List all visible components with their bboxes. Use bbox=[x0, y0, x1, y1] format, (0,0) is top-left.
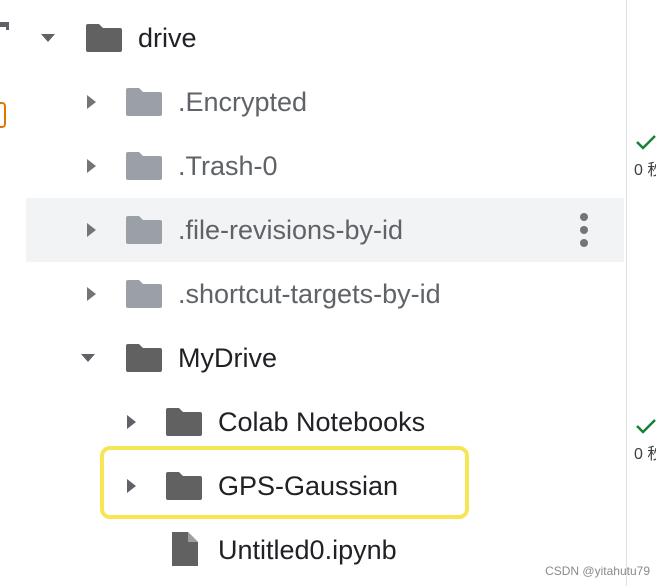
folder-icon bbox=[126, 280, 162, 308]
folder-icon bbox=[126, 152, 162, 180]
tree-item-encrypted[interactable]: .Encrypted bbox=[26, 70, 624, 134]
status-text: 0 秒 bbox=[634, 162, 656, 179]
tree-item-label: MyDrive bbox=[178, 343, 277, 373]
check-icon bbox=[636, 419, 656, 434]
panel-divider bbox=[626, 0, 627, 586]
file-icon bbox=[172, 532, 198, 566]
tree-item-label: .file-revisions-by-id bbox=[178, 215, 404, 245]
folder-icon bbox=[126, 344, 162, 372]
tree-item-label: Colab Notebooks bbox=[218, 407, 426, 437]
chevron-right-icon[interactable] bbox=[124, 414, 140, 430]
chevron-right-icon[interactable] bbox=[124, 478, 140, 494]
chevron-right-icon[interactable] bbox=[84, 286, 100, 302]
tree-item-gps-gaussian[interactable]: GPS-Gaussian bbox=[26, 454, 624, 518]
watermark: CSDN @yitahutu79 bbox=[545, 564, 650, 578]
tree-item-mydrive[interactable]: MyDrive bbox=[26, 326, 624, 390]
tree-item-shortcut-targets[interactable]: .shortcut-targets-by-id bbox=[26, 262, 624, 326]
tree-item-label: .Encrypted bbox=[178, 87, 308, 117]
tree-item-drive[interactable]: drive bbox=[26, 6, 624, 70]
tree-item-file-revisions[interactable]: .file-revisions-by-id bbox=[26, 198, 624, 262]
chevron-down-icon[interactable] bbox=[40, 30, 56, 46]
folder-icon bbox=[126, 216, 162, 244]
folder-icon bbox=[166, 408, 202, 436]
chevron-right-icon[interactable] bbox=[84, 94, 100, 110]
tree-item-label: drive bbox=[138, 23, 197, 53]
folder-icon bbox=[126, 88, 162, 116]
chevron-right-icon[interactable] bbox=[84, 222, 100, 238]
file-tree: drive .Encrypted .Trash-0 .file-revision… bbox=[0, 0, 626, 586]
more-vert-icon[interactable] bbox=[572, 210, 596, 250]
tree-item-label: .shortcut-targets-by-id bbox=[178, 279, 441, 309]
tree-item-label: GPS-Gaussian bbox=[218, 471, 399, 501]
right-panel-partial: 0 秒 0 秒 bbox=[628, 0, 656, 586]
tree-item-label: Untitled0.ipynb bbox=[218, 535, 397, 565]
tree-item-untitled0[interactable]: Untitled0.ipynb bbox=[26, 518, 624, 582]
folder-icon bbox=[86, 24, 122, 52]
chevron-down-icon[interactable] bbox=[80, 350, 96, 366]
check-icon bbox=[636, 135, 656, 150]
folder-icon bbox=[166, 472, 202, 500]
chevron-right-icon[interactable] bbox=[84, 158, 100, 174]
status-text: 0 秒 bbox=[634, 446, 656, 463]
tree-item-trash[interactable]: .Trash-0 bbox=[26, 134, 624, 198]
tree-item-colab-notebooks[interactable]: Colab Notebooks bbox=[26, 390, 624, 454]
tree-item-label: .Trash-0 bbox=[178, 151, 278, 181]
